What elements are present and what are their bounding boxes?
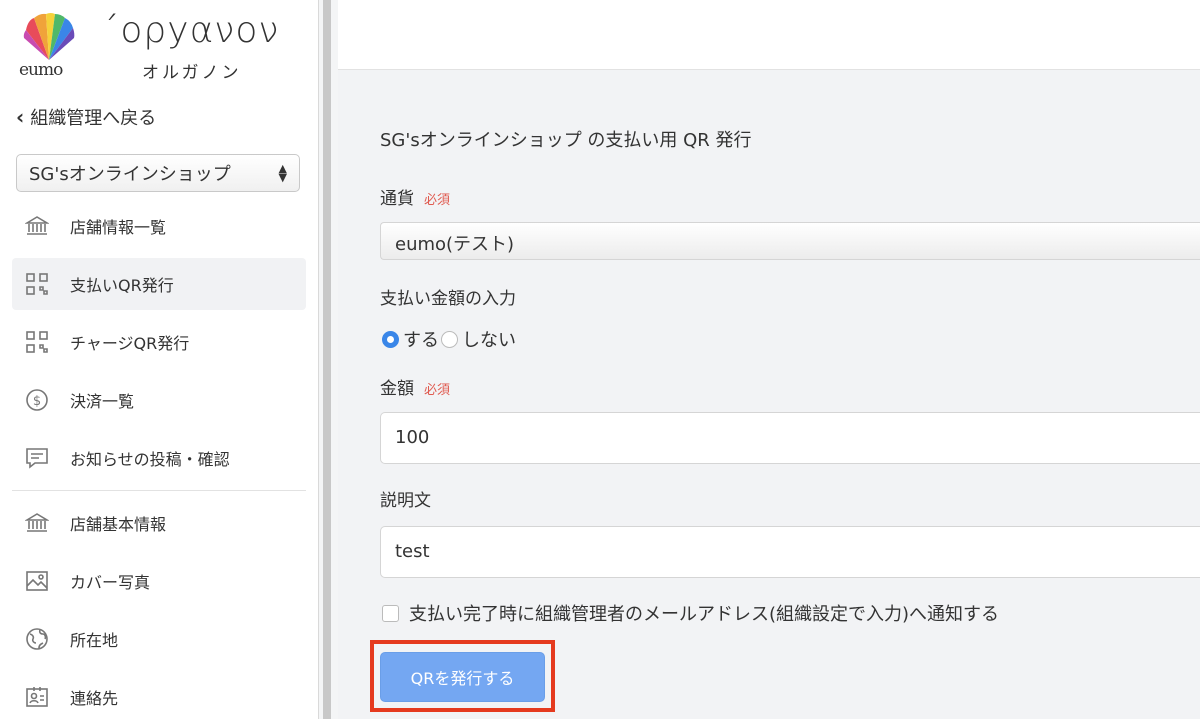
qr-code-icon (24, 271, 50, 297)
page-title: SG'sオンラインショップ の支払い用 QR 発行 (380, 130, 752, 151)
back-to-org-link[interactable]: ‹ 組織管理へ戻る (16, 104, 156, 130)
bank-icon (24, 213, 50, 239)
notify-checkbox[interactable] (382, 604, 399, 622)
currency-select[interactable]: eumo(テスト) (380, 222, 1200, 260)
sidebar-item-shop-list[interactable]: 店舗情報一覧 (12, 200, 306, 252)
sidebar-item-payments[interactable]: $ 決済一覧 (12, 374, 306, 426)
amount-input[interactable]: 100 (380, 412, 1200, 464)
description-input[interactable]: test (380, 526, 1200, 578)
svg-text:$: $ (33, 394, 41, 409)
back-link-label: 組織管理へ戻る (30, 108, 157, 129)
menu-divider (12, 490, 306, 491)
description-input-value: test (395, 541, 430, 562)
amount-label: 金額 必須 (380, 374, 450, 399)
amount-input-radio-group: する しない (382, 326, 518, 352)
dollar-icon: $ (24, 387, 50, 413)
image-icon (24, 568, 50, 594)
shop-select-value: SG'sオンラインショップ (29, 164, 231, 185)
brand-name-kana: オルガノン (142, 63, 242, 83)
radio-yes-label[interactable]: する (403, 326, 439, 352)
shop-select[interactable]: SG'sオンラインショップ ▲ ▼ (16, 154, 300, 192)
currency-label-text: 通貨 (380, 189, 414, 209)
description-label: 説明文 (380, 491, 431, 511)
sidebar-item-charge-qr[interactable]: チャージQR発行 (12, 316, 306, 368)
sidebar-item-payment-qr[interactable]: 支払いQR発行 (12, 258, 306, 310)
bank-icon (24, 510, 50, 536)
radio-yes[interactable] (382, 330, 399, 348)
top-bar (338, 0, 1200, 70)
fan-logo-icon (23, 13, 75, 60)
amount-label-text: 金額 (380, 379, 414, 399)
sidebar-item-label: 支払いQR発行 (70, 276, 174, 295)
brand-name: ´ορyανον (102, 10, 280, 51)
sidebar-item-label: カバー写真 (70, 573, 151, 592)
message-icon (24, 445, 50, 471)
radio-no[interactable] (441, 330, 458, 348)
amount-input-value: 100 (395, 427, 430, 448)
sidebar-item-shop-basic-info[interactable]: 店舗基本情報 (12, 497, 306, 549)
issue-qr-button[interactable]: QRを発行する (380, 652, 545, 702)
sidebar-item-contact[interactable]: 連絡先 (12, 671, 306, 719)
select-arrows-icon: ▲ ▼ (278, 162, 287, 184)
sidebar-item-label: 決済一覧 (70, 392, 135, 411)
required-badge: 必須 (424, 383, 451, 398)
main-content: SG'sオンラインショップ の支払い用 QR 発行 通貨 必須 eumo(テスト)… (338, 70, 1200, 719)
currency-select-value: eumo(テスト) (395, 234, 515, 255)
logo-eumo-text: eumo (19, 60, 63, 80)
sidebar-item-cover-photo[interactable]: カバー写真 (12, 555, 306, 607)
sidebar-item-label: 所在地 (70, 631, 119, 650)
sidebar: eumo ´ορyανον オルガノン ‹ 組織管理へ戻る SG'sオンラインシ… (0, 0, 318, 719)
notify-checkbox-row[interactable]: 支払い完了時に組織管理者のメールアドレス(組織設定で入力)へ通知する (382, 600, 999, 626)
sidebar-item-label: お知らせの投稿・確認 (70, 450, 230, 469)
contact-card-icon (24, 684, 50, 710)
globe-icon (24, 626, 50, 652)
amount-input-label: 支払い金額の入力 (380, 289, 516, 309)
sidebar-item-location[interactable]: 所在地 (12, 613, 306, 665)
sidebar-menu: 店舗情報一覧 支払いQR発行 チャージQR発行 $ 決済一覧 お知らせの投稿・確… (12, 200, 306, 719)
sidebar-item-label: 連絡先 (70, 689, 119, 708)
sidebar-item-label: 店舗情報一覧 (70, 218, 167, 237)
required-badge: 必須 (424, 193, 451, 208)
notify-checkbox-label: 支払い完了時に組織管理者のメールアドレス(組織設定で入力)へ通知する (409, 604, 1000, 625)
sidebar-item-notices[interactable]: お知らせの投稿・確認 (12, 432, 306, 484)
qr-code-icon (24, 329, 50, 355)
currency-label: 通貨 必須 (380, 184, 450, 209)
radio-no-label[interactable]: しない (462, 326, 516, 352)
sidebar-item-label: 店舗基本情報 (70, 515, 167, 534)
chevron-left-icon: ‹ (16, 105, 25, 129)
brand-logo[interactable]: eumo ´ορyανον オルガノン (14, 8, 314, 86)
sidebar-scrollbar[interactable] (318, 0, 338, 719)
sidebar-item-label: チャージQR発行 (70, 334, 190, 353)
